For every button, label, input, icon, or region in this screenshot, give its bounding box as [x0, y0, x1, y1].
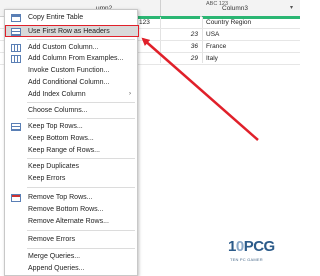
- submenu-arrow-icon: ›: [129, 91, 131, 97]
- menu-item-label: Remove Bottom Rows...: [28, 205, 104, 213]
- watermark-logo: 10PCG TEN PC GAMER: [228, 238, 292, 268]
- menu-item-label: Keep Duplicates: [28, 162, 79, 170]
- menu-item-label: Add Conditional Column...: [28, 78, 110, 86]
- menu-item-label: Add Index Column: [28, 90, 86, 98]
- menu-item-invoke-custom-function[interactable]: Invoke Custom Function...: [5, 65, 137, 76]
- menu-item-keep-top-rows[interactable]: Keep Top Rows...: [5, 121, 137, 132]
- menu-divider: [27, 158, 135, 159]
- menu-item-label: Copy Entire Table: [28, 13, 84, 21]
- remove-top-rows-icon: [11, 194, 21, 202]
- menu-item-remove-errors[interactable]: Remove Errors: [5, 234, 137, 245]
- table-cell: Italy: [206, 55, 218, 62]
- table-cell: USA: [206, 31, 220, 38]
- menu-item-label: Append Queries...: [28, 264, 85, 272]
- table-cell: 36: [190, 43, 198, 50]
- menu-item-use-first-row-as-headers[interactable]: Use First Row as Headers: [5, 25, 139, 37]
- watermark-wordmark: 10PCG: [228, 238, 275, 255]
- table-cell: Country Region: [206, 19, 252, 26]
- menu-item-label: Add Column From Examples...: [28, 54, 124, 62]
- menu-item-label: Keep Range of Rows...: [28, 146, 100, 154]
- menu-item-add-conditional-column[interactable]: Add Conditional Column...: [5, 77, 137, 88]
- menu-divider: [27, 102, 135, 103]
- menu-item-add-column-from-examples[interactable]: Add Column From Examples...: [5, 53, 137, 64]
- menu-divider: [27, 230, 135, 231]
- menu-item-add-custom-column[interactable]: Add Custom Column...: [5, 42, 137, 53]
- menu-divider: [27, 187, 135, 188]
- column-examples-icon: [11, 55, 21, 63]
- menu-divider: [27, 39, 135, 40]
- custom-column-icon: [11, 44, 21, 52]
- column-separator: [160, 0, 161, 17]
- menu-item-keep-errors[interactable]: Keep Errors: [5, 173, 137, 184]
- menu-item-label: Add Custom Column...: [28, 43, 99, 51]
- menu-item-label: Remove Alternate Rows...: [28, 217, 109, 225]
- menu-item-label: Keep Top Rows...: [28, 122, 83, 130]
- menu-item-merge-queries[interactable]: Merge Queries...: [5, 251, 137, 262]
- menu-divider: [27, 118, 135, 119]
- menu-item-copy-entire-table[interactable]: Copy Entire Table: [5, 12, 137, 23]
- column3-header[interactable]: Column3: [222, 5, 248, 12]
- menu-item-choose-columns[interactable]: Choose Columns...: [5, 105, 137, 116]
- menu-item-add-index-column[interactable]: Add Index Column ›: [5, 89, 137, 100]
- menu-item-label: Keep Bottom Rows...: [28, 134, 94, 142]
- menu-item-label: Remove Errors: [28, 235, 76, 243]
- menu-item-label: Use First Row as Headers: [28, 27, 110, 35]
- menu-item-append-queries[interactable]: Append Queries...: [5, 263, 137, 274]
- menu-item-label: Invoke Custom Function...: [28, 66, 110, 74]
- copy-table-icon: [11, 14, 21, 22]
- menu-item-remove-top-rows[interactable]: Remove Top Rows...: [5, 192, 137, 203]
- menu-item-remove-alternate-rows[interactable]: Remove Alternate Rows...: [5, 216, 137, 227]
- table-cell: 23: [190, 31, 198, 38]
- menu-item-label: Choose Columns...: [28, 106, 88, 114]
- menu-item-keep-bottom-rows[interactable]: Keep Bottom Rows...: [5, 133, 137, 144]
- menu-item-label: Merge Queries...: [28, 252, 81, 260]
- watermark-tagline: TEN PC GAMER: [230, 257, 263, 262]
- menu-divider: [27, 248, 135, 249]
- table-context-menu: Copy Entire Table Use First Row as Heade…: [4, 9, 139, 276]
- menu-item-label: Keep Errors: [28, 174, 66, 182]
- keep-top-rows-icon: [11, 123, 21, 131]
- table-cell: France: [206, 43, 227, 50]
- partial-cell: 123: [139, 19, 150, 26]
- menu-item-remove-bottom-rows[interactable]: Remove Bottom Rows...: [5, 204, 137, 215]
- table-cell: 29: [190, 55, 198, 62]
- menu-item-label: Remove Top Rows...: [28, 193, 93, 201]
- menu-item-keep-duplicates[interactable]: Keep Duplicates: [5, 161, 137, 172]
- header-row-icon: [11, 28, 21, 36]
- column3-filter-icon[interactable]: ▾: [290, 4, 293, 11]
- menu-item-keep-range-of-rows[interactable]: Keep Range of Rows...: [5, 145, 137, 156]
